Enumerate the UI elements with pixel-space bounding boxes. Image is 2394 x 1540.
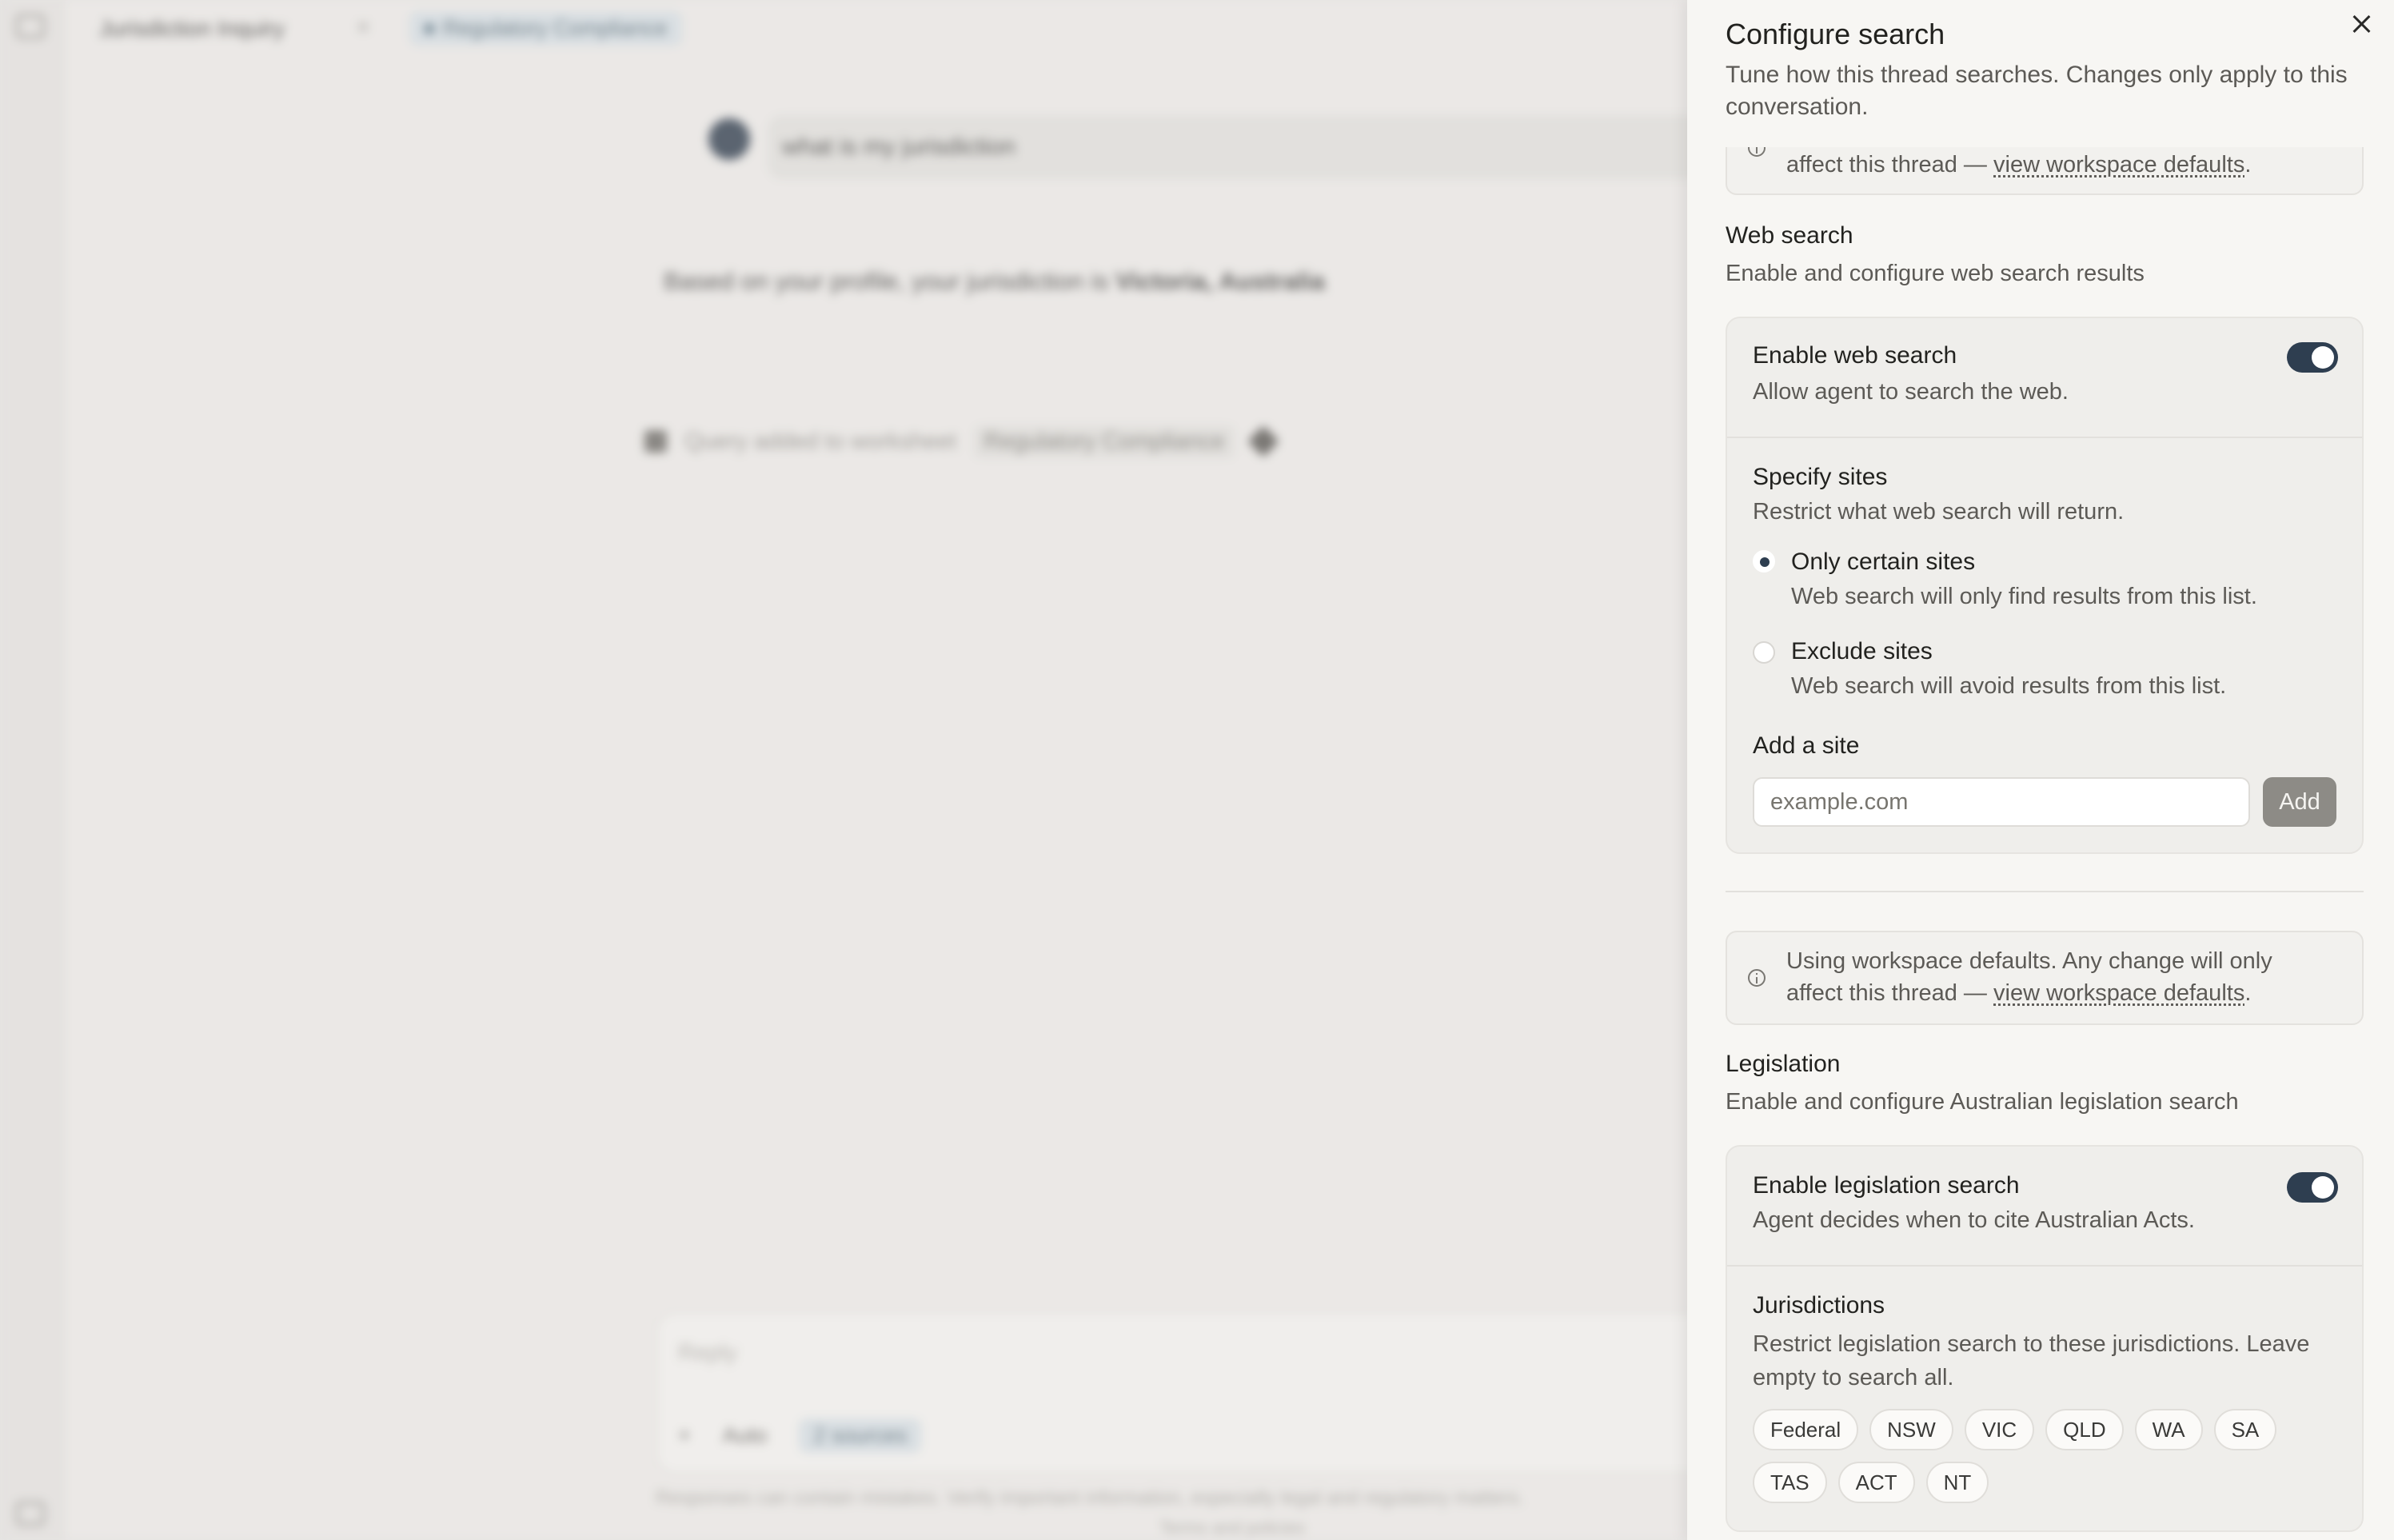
close-icon[interactable] [2343,5,2381,43]
view-workspace-defaults-link[interactable]: view workspace defaults [1993,980,2244,1006]
panel-subtitle: Tune how this thread searches. Changes o… [1726,62,2348,120]
exclude-sites-desc: Web search will avoid results from this … [1791,673,2227,699]
jurisdiction-chip-federal[interactable]: Federal [1753,1409,1859,1450]
jurisdiction-chip-nsw[interactable]: NSW [1869,1409,1953,1450]
card-divider [1727,437,2362,438]
radio-exclude-sites[interactable] [1753,641,1775,664]
web-search-card: Enable web search Allow agent to search … [1726,317,2364,854]
jurisdiction-chip-act[interactable]: ACT [1837,1462,1915,1503]
legislation-card: Enable legislation search Agent decides … [1726,1145,2364,1532]
enable-legislation-title: Enable legislation search [1753,1172,2020,1199]
legislation-description: Enable and configure Australian legislat… [1726,1089,2239,1115]
specify-sites-title: Specify sites [1753,464,1888,490]
legislation-toggle[interactable] [2287,1172,2338,1203]
jurisdictions-desc: Restrict legislation search to these jur… [1753,1331,2310,1390]
jurisdiction-chip-nt[interactable]: NT [1925,1462,1989,1503]
notice-text: affect this thread — [1786,152,1987,178]
panel-header: Configure search Tune how this thread se… [1687,0,2394,147]
only-certain-sites-label[interactable]: Only certain sites [1791,549,1975,576]
panel-title: Configure search [1726,18,1945,50]
notice-line-2: affect this thread — view workspace defa… [1786,977,2346,1009]
add-site-button[interactable]: Add [2263,777,2336,827]
add-site-label: Add a site [1753,732,1860,759]
notice-suffix: . [2244,980,2252,1006]
notice-text: affect this thread — [1786,980,1987,1006]
card-divider [1727,1265,2362,1267]
jurisdiction-chip-wa[interactable]: WA [2134,1409,2203,1450]
section-divider [1726,891,2364,892]
enable-web-search-desc: Allow agent to search the web. [1753,379,2069,405]
web-search-title: Web search [1726,222,1853,249]
radio-only-certain-sites[interactable] [1753,550,1775,573]
specify-sites-desc: Restrict what web search will return. [1753,499,2125,525]
notice-suffix: . [2244,152,2252,178]
legislation-title: Legislation [1726,1051,1841,1077]
jurisdictions-title: Jurisdictions [1753,1292,1885,1319]
only-certain-sites-desc: Web search will only find results from t… [1791,584,2257,609]
web-search-description: Enable and configure web search results [1726,261,2145,286]
enable-legislation-desc: Agent decides when to cite Australian Ac… [1753,1207,2195,1233]
exclude-sites-label[interactable]: Exclude sites [1791,638,1933,665]
jurisdiction-chip-sa[interactable]: SA [2213,1409,2277,1450]
web-search-toggle[interactable] [2287,342,2338,373]
jurisdiction-chip-qld[interactable]: QLD [2045,1409,2124,1450]
add-site-input[interactable] [1753,777,2250,827]
info-icon [1748,969,1766,987]
configure-search-panel: affect this thread — view workspace defa… [1687,0,2394,1540]
jurisdiction-chip-vic[interactable]: VIC [1964,1409,2035,1450]
workspace-defaults-notice: Using workspace defaults. Any change wil… [1726,931,2364,1025]
view-workspace-defaults-link[interactable]: view workspace defaults [1993,152,2244,178]
enable-web-search-title: Enable web search [1753,342,1957,369]
jurisdiction-chips: Federal NSW VIC QLD WA SA TAS ACT NT [1753,1409,2344,1503]
jurisdiction-chip-tas[interactable]: TAS [1753,1462,1827,1503]
notice-line-1: Using workspace defaults. Any change wil… [1786,948,2272,974]
